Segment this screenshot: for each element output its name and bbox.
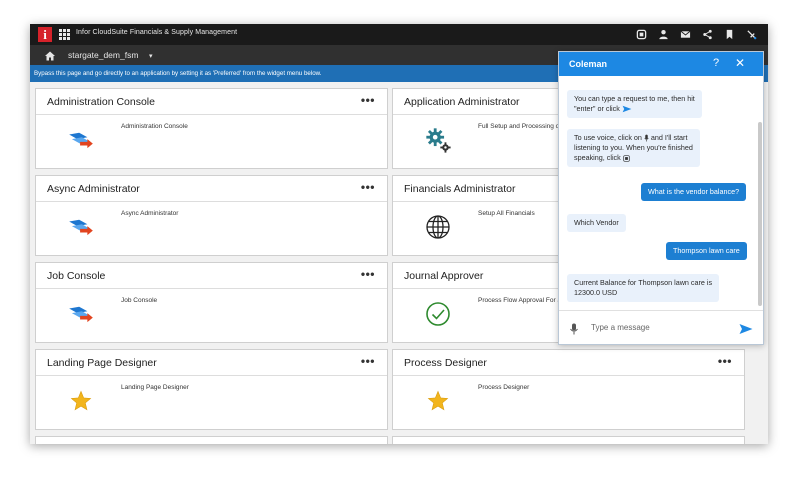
- microphone-icon[interactable]: [569, 322, 579, 335]
- send-icon[interactable]: [739, 322, 753, 334]
- chevron-down-icon[interactable]: ▾: [149, 52, 153, 60]
- gears-icon: [423, 125, 453, 155]
- toolbar-icons: [630, 27, 762, 42]
- more-icon[interactable]: •••: [361, 180, 375, 194]
- coleman-chat-panel: Coleman ? ✕ You can type a request to me…: [558, 51, 764, 345]
- card-administration-console[interactable]: Administration Console ••• Administratio…: [35, 88, 388, 169]
- message-line: To use voice, click on and I'll start: [574, 133, 688, 142]
- star-icon: [423, 386, 453, 416]
- app-title: Infor CloudSuite Financials & Supply Man…: [76, 29, 238, 36]
- card-description: Full Setup and Processing o: [478, 123, 560, 130]
- pin-icon[interactable]: [740, 27, 762, 42]
- message-input[interactable]: Type a message: [591, 323, 650, 332]
- arrow-icon: [66, 212, 96, 242]
- chat-message-user: What is the vendor balance?: [641, 183, 747, 201]
- card-title: Journal Approver: [404, 270, 484, 282]
- share-icon[interactable]: [696, 27, 718, 42]
- app-grid-icon[interactable]: [59, 29, 70, 40]
- home-icon[interactable]: [44, 49, 56, 61]
- card-title: Application Administrator: [404, 96, 520, 108]
- card-body[interactable]: Process Designer: [393, 376, 744, 429]
- card-partial[interactable]: [35, 436, 388, 444]
- card-process-designer[interactable]: Process Designer ••• Process Designer: [392, 349, 745, 430]
- card-header: Process Designer •••: [393, 350, 744, 376]
- card-title: Administration Console: [47, 96, 155, 108]
- card-title: Job Console: [47, 270, 106, 282]
- chat-header: Coleman ? ✕: [559, 52, 763, 76]
- globe-icon: [423, 212, 453, 242]
- card-partial[interactable]: [392, 436, 745, 444]
- more-icon[interactable]: •••: [361, 267, 375, 281]
- card-header: Administration Console •••: [36, 89, 387, 115]
- card-body[interactable]: Async Administrator: [36, 202, 387, 255]
- chat-agent-name: Coleman: [569, 59, 608, 69]
- mail-icon[interactable]: [674, 27, 696, 42]
- more-icon[interactable]: •••: [361, 93, 375, 107]
- chat-messages: You can type a request to me, then hit "…: [559, 76, 763, 308]
- card-body[interactable]: Administration Console: [36, 115, 387, 168]
- bookmark-icon[interactable]: [718, 27, 740, 42]
- card-body[interactable]: Job Console: [36, 289, 387, 342]
- chat-message-bot: Which Vendor: [567, 214, 626, 232]
- card-description: Async Administrator: [121, 210, 179, 217]
- card-header: Job Console •••: [36, 263, 387, 289]
- stop-recording-icon: [623, 154, 630, 162]
- chat-message-user: Thompson lawn care: [666, 242, 747, 260]
- message-line: You can type a request to me, then hit: [574, 94, 695, 103]
- card-header: Landing Page Designer •••: [36, 350, 387, 376]
- help-icon[interactable]: ?: [713, 57, 719, 69]
- message-line: speaking, click: [574, 153, 693, 163]
- more-icon[interactable]: •••: [718, 354, 732, 368]
- microphone-icon: [644, 134, 649, 142]
- arrow-icon: [66, 125, 96, 155]
- card-body[interactable]: Landing Page Designer: [36, 376, 387, 429]
- message-line: Thompson lawn care: [673, 246, 740, 255]
- infor-logo[interactable]: i: [38, 27, 52, 42]
- card-title: Process Designer: [404, 357, 487, 369]
- title-bar: i Infor CloudSuite Financials & Supply M…: [30, 24, 768, 45]
- card-description: Job Console: [121, 297, 158, 304]
- stop-icon[interactable]: [630, 27, 652, 42]
- card-description: Process Designer: [478, 384, 530, 391]
- chat-message-bot: To use voice, click on and I'll start li…: [567, 129, 700, 167]
- card-description: Administration Console: [121, 123, 188, 130]
- user-icon[interactable]: [652, 27, 674, 42]
- star-icon: [66, 386, 96, 416]
- card-header: Async Administrator •••: [36, 176, 387, 202]
- chat-scrollbar[interactable]: [758, 122, 762, 306]
- card-title: Landing Page Designer: [47, 357, 157, 369]
- card-title: Async Administrator: [47, 183, 140, 195]
- message-line: Current Balance for Thompson lawn care i…: [574, 278, 713, 287]
- more-icon[interactable]: •••: [361, 354, 375, 368]
- card-job-console[interactable]: Job Console ••• Job Console: [35, 262, 388, 343]
- tenant-selector[interactable]: stargate_dem_fsm: [68, 50, 138, 60]
- message-line: 12300.0 USD: [574, 288, 618, 297]
- card-landing-page-designer[interactable]: Landing Page Designer ••• Landing Page D…: [35, 349, 388, 430]
- message-line: "enter" or click: [574, 104, 695, 114]
- close-icon[interactable]: ✕: [735, 56, 745, 70]
- chat-message-bot: You can type a request to me, then hit "…: [567, 90, 702, 118]
- banner-text: Bypass this page and go directly to an a…: [34, 70, 322, 77]
- message-line: What is the vendor balance?: [648, 187, 740, 196]
- card-title: Financials Administrator: [404, 183, 516, 195]
- chat-input-bar: Type a message: [559, 310, 763, 345]
- message-line: Which Vendor: [574, 218, 619, 227]
- arrow-icon: [66, 299, 96, 329]
- card-async-administrator[interactable]: Async Administrator ••• Async Administra…: [35, 175, 388, 256]
- card-description: Landing Page Designer: [121, 384, 189, 391]
- message-line: listening to you. When you're finished: [574, 143, 693, 152]
- card-description: Process Flow Approval For J: [478, 297, 561, 304]
- send-icon: [622, 105, 632, 113]
- checkmark-icon: [423, 299, 453, 329]
- chat-message-bot: Current Balance for Thompson lawn care i…: [567, 274, 720, 302]
- card-description: Setup All Financials: [478, 210, 535, 217]
